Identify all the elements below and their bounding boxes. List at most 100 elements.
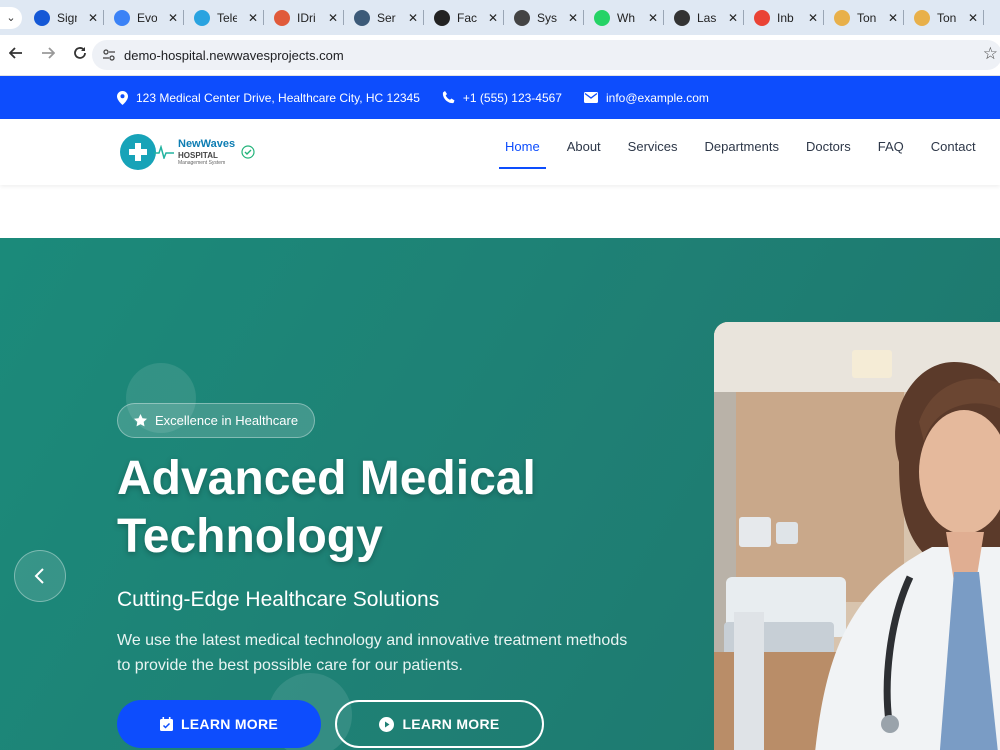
tab-list: Sign ✕ Evo ✕ Tele ✕ IDri ✕ Ser ✕ Faci ✕ Syst ✕ Wh ✕ Las ✕… [24,0,984,35]
tab-close-icon[interactable]: ✕ [328,11,338,25]
medical-cross-icon [120,134,156,170]
address-text: 123 Medical Center Drive, Healthcare Cit… [136,90,420,105]
tab-title: Ser [377,10,396,25]
telegram-icon [194,9,210,26]
tab-title: Wh [617,10,635,25]
tab-close-icon[interactable]: ✕ [568,11,578,25]
browser-tab[interactable]: Tele ✕ [184,0,264,35]
browser-tab[interactable]: Syst ✕ [504,0,584,35]
site-header: NewWaves HOSPITAL Management System Home… [0,119,1000,185]
play-circle-icon [379,716,395,732]
tab-title: Faci [457,10,477,25]
learn-more-label: LEARN MORE [180,716,279,732]
star-icon [134,414,147,427]
tab-title: Las [697,10,717,25]
address-bar[interactable]: demo-hospital.newwavesprojects.com ☆ [92,40,1000,70]
evo-icon [114,9,130,26]
browser-tab-strip: ⌄ Sign✕Evo✕Tele✕IDri✕Ser✕Faci✕Syst✕Wh✕La… [0,0,1000,35]
browser-tab[interactable]: Sign ✕ [24,0,104,35]
nav-item-about[interactable]: About [567,119,601,185]
tab-close-icon[interactable]: ✕ [888,11,898,25]
blue-moon-icon [34,9,50,26]
gmail-icon [754,9,770,26]
browser-toolbar: demo-hospital.newwavesprojects.com ☆ [0,35,1000,76]
nav-item-services[interactable]: Services [628,119,678,185]
browser-tab[interactable]: Inb ✕ [744,0,824,35]
hero-badge: Excellence in Healthcare [117,403,316,438]
tab-title: Tele [217,10,237,25]
tab-title: Evo [137,10,157,25]
logo-hospital-label: HOSPITAL [178,150,218,160]
ethereum-icon [514,9,530,26]
hero-description: We use the latest medical technology and… [117,632,628,674]
envelope-icon [583,92,598,103]
nav-item-departments[interactable]: Departments [705,119,779,185]
browser-tab[interactable]: Ser ✕ [344,0,424,35]
learn-more-outline-label: LEARN MORE [402,716,500,732]
forward-button[interactable] [32,46,64,65]
back-button[interactable] [0,46,32,65]
forward-arrow-icon [42,46,56,59]
browser-tab[interactable]: Ton ✕ [904,0,984,35]
logo-text: NewWaves HOSPITAL Management System [178,137,236,166]
browser-tab[interactable]: Evo ✕ [104,0,184,35]
carousel-prev-button[interactable] [14,550,66,602]
tab-title: IDri [297,10,316,25]
map-pin-icon [117,90,128,105]
nav-item-faq[interactable]: FAQ [878,119,904,185]
hero-section: Excellence in Healthcare Advanced Medica… [0,238,1000,750]
url-text[interactable]: demo-hospital.newwavesprojects.com [124,48,344,63]
idrive-icon [274,9,290,26]
tab-close-icon[interactable]: ✕ [648,11,658,25]
phone-info[interactable]: +1 (555) 123-4567 [442,91,562,105]
tab-close-icon[interactable]: ✕ [808,11,818,25]
browser-tab[interactable]: Wh ✕ [584,0,664,35]
tab-close-icon[interactable]: ✕ [408,11,418,25]
browser-tab[interactable]: Faci ✕ [424,0,504,35]
tab-title: Ton [857,10,877,25]
tab-title: Sign [57,10,77,25]
tab-title: Ton [937,10,957,25]
phone-icon [442,91,455,104]
tab-close-icon[interactable]: ✕ [88,11,98,25]
nav-item-doctors[interactable]: Doctors [806,119,851,185]
nav-item-home[interactable]: Home [499,119,546,185]
nav-item-contact[interactable]: Contact [931,119,976,185]
check-badge-icon [241,145,255,159]
reload-icon [74,46,86,59]
email-info[interactable]: info@example.com [583,91,709,105]
doctor-photo [714,322,1000,750]
ton-icon [834,9,850,26]
bookmark-star-icon[interactable]: ☆ [983,44,998,64]
tab-close-icon[interactable]: ✕ [168,11,178,25]
tab-search-button[interactable]: ⌄ [0,6,22,29]
tab-title: Inb [777,10,794,25]
main-nav: Home About Services Departments Doctors FAQ Co… [499,119,1000,185]
logo-brand-name: NewWaves [178,137,236,150]
site-info-icon[interactable] [100,46,118,64]
hero-badge-label: Excellence in Healthcare [155,413,299,428]
learn-more-button[interactable]: LEARN MORE [117,700,321,748]
site-logo[interactable]: NewWaves HOSPITAL Management System [120,133,255,171]
tab-close-icon[interactable]: ✕ [488,11,498,25]
browser-tab[interactable]: Las ✕ [664,0,744,35]
tab-close-icon[interactable]: ✕ [248,11,258,25]
learn-more-outline-button[interactable]: LEARN MORE [335,700,544,748]
heartbeat-line-icon [154,145,174,159]
last-icon [674,9,690,26]
facio-icon [434,9,450,26]
wordpress-icon [354,9,370,26]
tab-title: Syst [537,10,557,25]
hero-subtitle: Cutting-Edge Healthcare Solutions [117,588,440,611]
email-text[interactable]: info@example.com [606,91,709,105]
browser-tab[interactable]: Ton ✕ [824,0,904,35]
tab-close-icon[interactable]: ✕ [968,11,978,25]
browser-tab[interactable]: IDri ✕ [264,0,344,35]
phone-text[interactable]: +1 (555) 123-4567 [463,91,562,105]
address-info: 123 Medical Center Drive, Healthcare Cit… [117,90,420,105]
tab-close-icon[interactable]: ✕ [728,11,738,25]
hero-title: Advanced Medical Technology [117,452,536,563]
ton-icon [914,9,930,26]
logo-tagline: Management System [178,159,226,166]
calendar-check-icon [159,717,173,731]
